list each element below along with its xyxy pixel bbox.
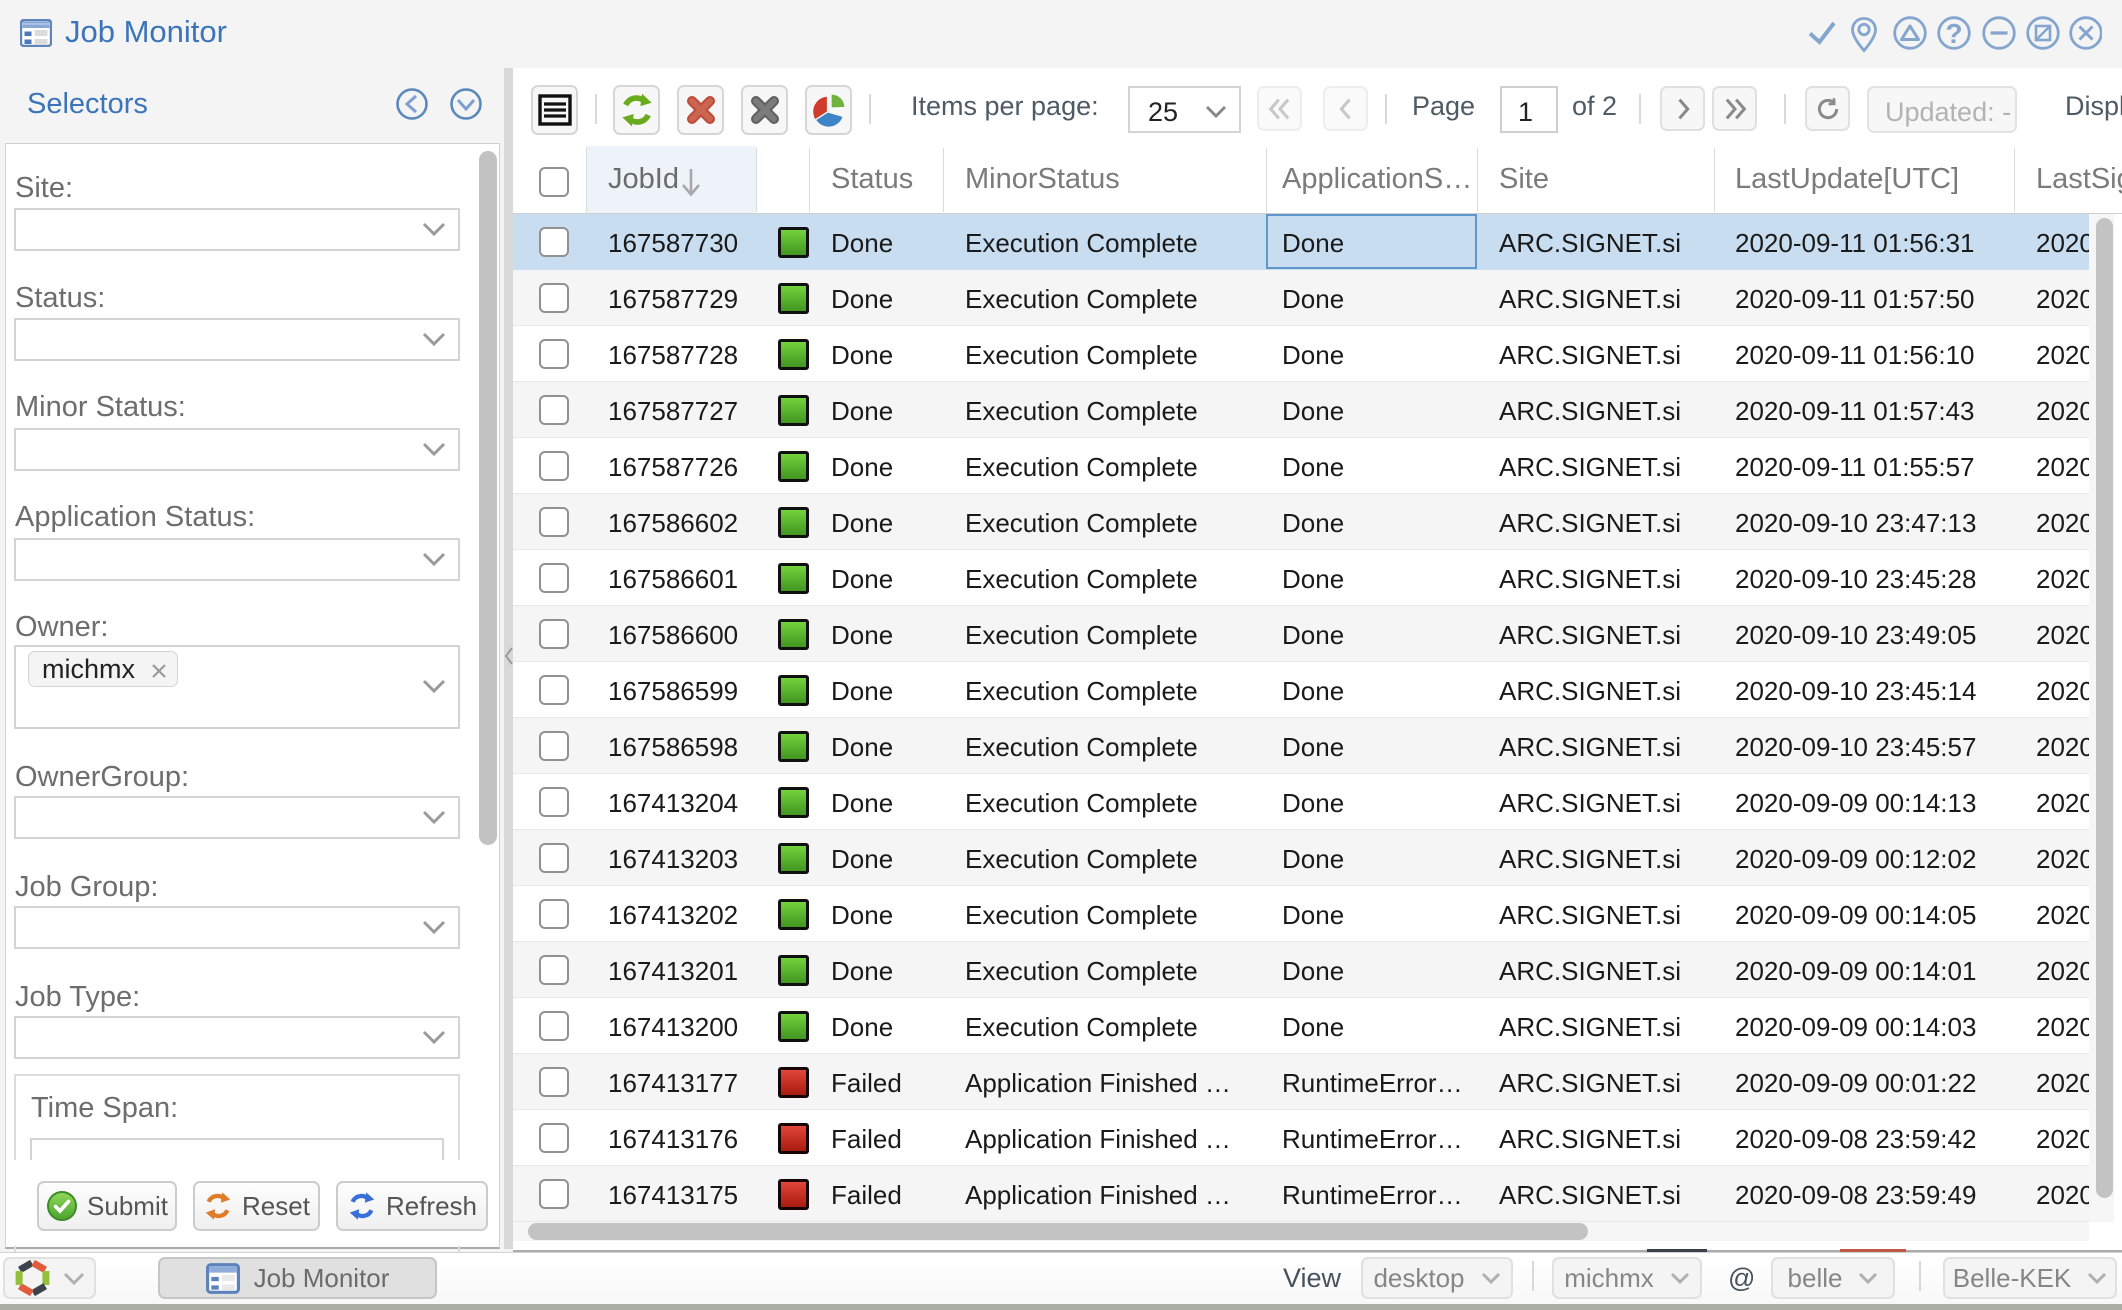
svg-text:?: ? <box>1945 18 1962 49</box>
